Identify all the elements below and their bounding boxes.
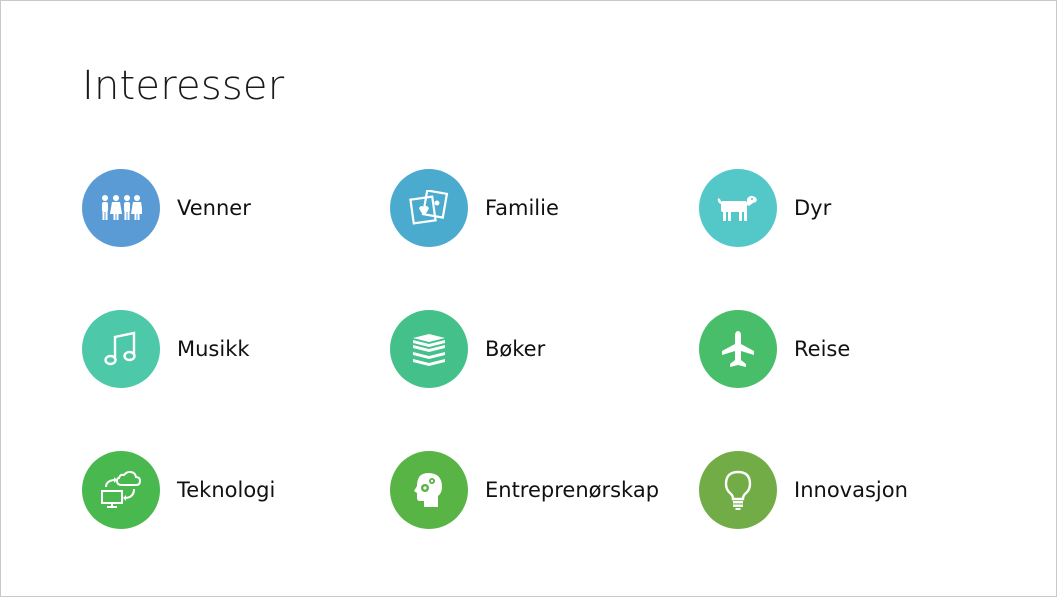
airplane-icon xyxy=(720,330,756,368)
icon-circle xyxy=(82,310,160,388)
interest-item-teknologi: Teknologi xyxy=(82,451,275,529)
dog-icon xyxy=(716,193,760,223)
interest-item-innovasjon: Innovasjon xyxy=(699,451,908,529)
lightbulb-icon xyxy=(723,470,753,510)
icon-circle xyxy=(390,169,468,247)
icon-circle xyxy=(82,451,160,529)
interest-label: Venner xyxy=(177,196,251,220)
books-icon xyxy=(409,332,449,366)
interest-item-entreprenorskap: Entreprenørskap xyxy=(390,451,659,529)
slide: Interesser Venner Familie Dyr Musikk Bøk… xyxy=(0,0,1057,597)
interest-item-venner: Venner xyxy=(82,169,251,247)
interest-label: Bøker xyxy=(485,337,546,361)
interest-label: Teknologi xyxy=(177,478,276,502)
interest-label: Familie xyxy=(485,196,559,220)
slide-title: Interesser xyxy=(82,63,285,109)
interest-label: Innovasjon xyxy=(794,478,908,502)
interest-item-dyr: Dyr xyxy=(699,169,831,247)
icon-circle xyxy=(699,451,777,529)
interest-label: Musikk xyxy=(177,337,250,361)
icon-circle xyxy=(699,310,777,388)
interest-item-musikk: Musikk xyxy=(82,310,250,388)
interest-item-familie: Familie xyxy=(390,169,559,247)
icon-circle xyxy=(390,310,468,388)
icon-circle xyxy=(82,169,160,247)
cloud-computer-icon xyxy=(100,471,142,509)
icon-circle xyxy=(699,169,777,247)
people-icon xyxy=(100,194,142,222)
music-note-icon xyxy=(104,331,138,367)
interest-label: Entreprenørskap xyxy=(485,478,660,502)
interest-label: Reise xyxy=(794,337,851,361)
interest-item-reise: Reise xyxy=(699,310,850,388)
head-gears-icon xyxy=(412,471,446,509)
photos-icon xyxy=(409,190,449,226)
interest-item-boker: Bøker xyxy=(390,310,545,388)
icon-circle xyxy=(390,451,468,529)
interest-label: Dyr xyxy=(794,196,832,220)
